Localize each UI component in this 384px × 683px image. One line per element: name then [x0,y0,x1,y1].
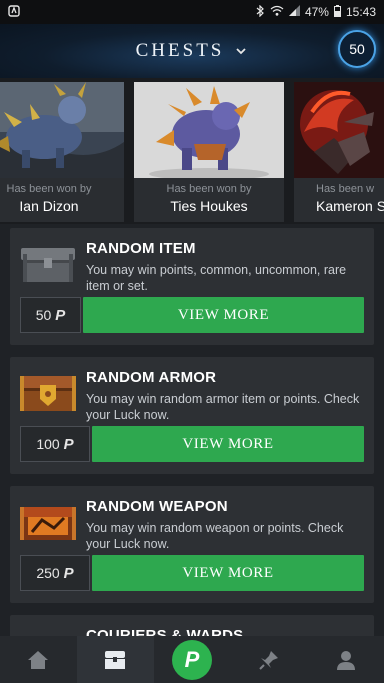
chest-card-random-item: RANDOM ITEM You may win points, common, … [10,228,374,345]
chest-price: 50 [35,307,52,323]
points-badge[interactable]: 50 [338,30,376,68]
app-header: CHESTS 50 [0,24,384,78]
chest-list[interactable]: RANDOM ITEM You may win points, common, … [0,224,384,636]
recent-winners-carousel[interactable]: Has been won by Ian Dizon Has been won b… [0,78,384,224]
price-box: 50 P [20,297,81,333]
price-box: 250 P [20,555,90,591]
bottom-nav: P [0,636,384,683]
wifi-icon [270,5,284,19]
winner-item-image [0,82,124,178]
chest-title: COURIERS & WARDS [86,627,244,636]
winner-card[interactable]: Has been w Kameron Sc [294,82,384,222]
points-currency-icon: P [63,564,74,582]
title-dropdown[interactable]: CHESTS [136,40,249,62]
chest-price: 100 [36,436,60,452]
winner-card[interactable]: Has been won by Ties Houkes [134,82,284,222]
pin-icon [259,650,278,670]
points-currency-icon: P [63,435,74,453]
chest-price: 250 [36,565,60,581]
app-notification-icon [8,4,20,20]
grey-chest-icon [21,248,75,282]
won-by-caption: Has been won by [6,183,92,195]
chest-card-random-weapon: RANDOM WEAPON You may win random weapon … [10,486,374,603]
profile-icon [336,650,355,670]
price-box: 100 P [20,426,90,462]
winner-card[interactable]: Has been won by Ian Dizon [0,82,124,222]
home-icon [28,650,49,669]
status-bar: 47% 15:43 [0,0,384,24]
points-currency-icon: P [55,306,66,324]
winner-item-image [134,82,284,178]
chest-card-random-armor: RANDOM ARMOR You may win random armor it… [10,357,374,474]
points-icon: P [171,639,212,680]
nav-profile[interactable] [307,636,384,683]
clock: 15:43 [345,5,376,19]
chevron-down-icon [236,48,247,55]
won-by-caption: Has been w [316,183,375,195]
armor-chest-icon [20,376,76,411]
chest-title: RANDOM ITEM [86,240,196,257]
winner-name: Ian Dizon [19,198,79,214]
view-more-button[interactable]: VIEW MORE [92,555,364,591]
bluetooth-icon [256,4,265,20]
page-title: CHESTS [135,40,225,61]
winner-name: Kameron Sc [316,198,384,214]
nav-home[interactable] [0,636,77,683]
chest-title: RANDOM WEAPON [86,498,228,515]
points-value: 50 [349,41,365,57]
winner-name: Ties Houkes [170,198,248,214]
battery-percent: 47% [304,5,329,19]
chest-description: You may win random weapon or points. Che… [86,521,344,551]
chest-card-couriers-wards: COURIERS & WARDS [10,615,374,636]
battery-icon [333,4,341,20]
view-more-button[interactable]: VIEW MORE [92,426,364,462]
chest-description: You may win random armor item or points.… [86,392,360,422]
view-more-button[interactable]: VIEW MORE [83,297,364,333]
chest-icon [105,650,126,669]
chest-title: RANDOM ARMOR [86,369,217,386]
weapon-chest-icon [20,507,76,540]
nav-pinned[interactable] [230,636,307,683]
chest-description: You may win points, common, uncommon, ra… [86,263,347,293]
nav-points[interactable]: P [154,636,231,683]
won-by-caption: Has been won by [166,183,252,195]
nav-chests[interactable] [76,636,154,683]
signal-icon [288,5,300,19]
winner-item-image [294,82,384,178]
